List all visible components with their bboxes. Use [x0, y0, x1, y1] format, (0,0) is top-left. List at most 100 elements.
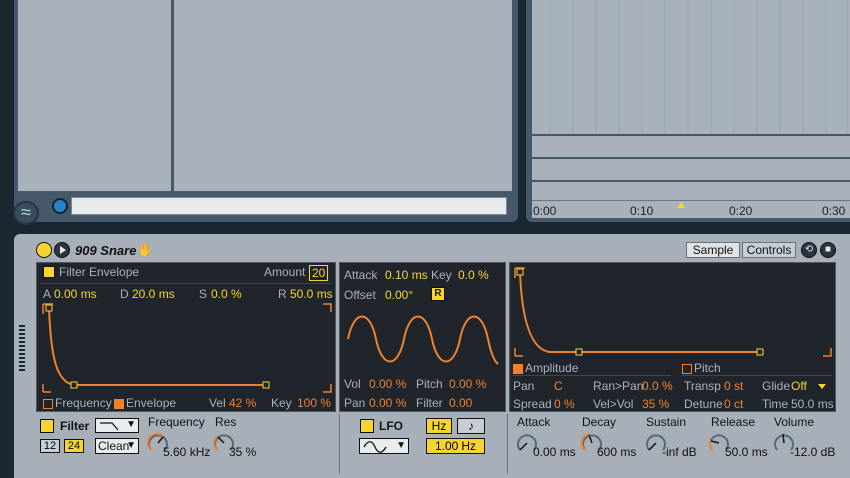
- lfo-vol-value[interactable]: 0.00 %: [369, 377, 406, 391]
- glide-dropdown-icon[interactable]: [818, 384, 826, 389]
- lfo-rate-unit: Hz: [461, 439, 476, 453]
- hook-text-field[interactable]: [71, 197, 507, 215]
- filter-envelope-title: Filter Envelope: [59, 265, 140, 279]
- key-value[interactable]: 100 %: [297, 396, 331, 410]
- save-icon[interactable]: ■: [820, 242, 836, 258]
- lfo-attack-label: Attack: [344, 268, 378, 282]
- pitch-label: Pitch: [694, 361, 721, 375]
- arrangement-area[interactable]: [532, 0, 850, 200]
- lfo-pan-label: Pan: [344, 396, 366, 410]
- lfo-attack-value[interactable]: 0.10 ms: [385, 268, 428, 282]
- refresh-icon[interactable]: ⟲: [801, 242, 817, 258]
- ranpan-value[interactable]: 0.0 %: [642, 379, 673, 393]
- amplitude-toggle[interactable]: [513, 364, 523, 374]
- transp-value[interactable]: 0 st: [724, 379, 743, 393]
- amp-sustain-label: Sustain: [646, 415, 687, 429]
- divider: [40, 283, 332, 284]
- slope-12-button[interactable]: 12: [40, 439, 60, 453]
- slope-24-button[interactable]: 24: [64, 439, 84, 453]
- res-value: 35 %: [229, 445, 257, 459]
- release-value[interactable]: 50.0 ms: [290, 287, 333, 301]
- envelope-mod-label: Envelope: [126, 396, 177, 410]
- lfo-key-value[interactable]: 0.0 %: [458, 268, 489, 282]
- velvol-value[interactable]: 35 %: [642, 397, 669, 411]
- device-on-icon[interactable]: [36, 242, 52, 258]
- lfo-rate-value: 1.00: [435, 439, 459, 453]
- release-label: R: [278, 287, 287, 301]
- divider: [682, 375, 832, 376]
- spread-label: Spread: [513, 397, 552, 411]
- chevron-down-icon: ▼: [126, 440, 136, 451]
- pitch-toggle[interactable]: [682, 364, 692, 374]
- chevron-down-icon: ▼: [396, 440, 406, 451]
- pan-label: Pan: [513, 379, 535, 393]
- lfo-pitch-label: Pitch: [416, 377, 443, 391]
- ruler-label: 0:20: [729, 204, 753, 218]
- time-value[interactable]: 50.0 ms: [791, 397, 834, 411]
- envelope-mod-toggle[interactable]: [114, 399, 124, 409]
- lfo-pitch-value[interactable]: 0.00 %: [449, 377, 486, 391]
- lfo-waveform: [347, 315, 499, 365]
- lfo-filter-value[interactable]: 0.00: [449, 396, 472, 410]
- filter-toggle[interactable]: [40, 419, 54, 433]
- lfo-vol-label: Vol: [344, 377, 361, 391]
- spread-value[interactable]: 0 %: [554, 397, 575, 411]
- ruler-label: 0:10: [630, 204, 654, 218]
- hand-icon: ✋: [137, 242, 154, 257]
- filter-envelope-graph[interactable]: [37, 300, 335, 396]
- frequency-label: Frequency: [148, 415, 205, 429]
- attack-value[interactable]: 0.00 ms: [54, 287, 97, 301]
- lfo-offset-label: Offset: [344, 288, 376, 302]
- glide-label: Glide: [762, 379, 791, 393]
- amp-release-label: Release: [711, 415, 756, 429]
- detune-value[interactable]: 0 ct: [724, 397, 743, 411]
- lfo-hz-button[interactable]: Hz: [426, 418, 452, 434]
- sine-wave-icon: [363, 441, 387, 453]
- amp-volume-label: Volume: [774, 415, 815, 429]
- lfo-sync-button[interactable]: ♪: [457, 418, 485, 434]
- amp-volume-value: -12.0 dB: [790, 445, 836, 459]
- divider: [513, 375, 671, 376]
- amp-attack-value: 0.00 ms: [533, 445, 576, 459]
- lfo-retrigger-button[interactable]: R: [431, 287, 445, 301]
- playhead-marker-icon[interactable]: [677, 202, 685, 208]
- detune-label: Detune: [684, 397, 723, 411]
- play-icon[interactable]: [54, 242, 70, 258]
- device-title: 909 Snare: [75, 243, 137, 258]
- amp-release-value: 50.0 ms: [725, 445, 768, 459]
- amp-decay-label: Decay: [582, 415, 617, 429]
- amplitude-label: Amplitude: [525, 361, 579, 375]
- arrangement-grid: [532, 0, 850, 182]
- filter-envelope-toggle[interactable]: [43, 266, 55, 278]
- frequency-mod-toggle[interactable]: [43, 399, 53, 409]
- lfo-rate-field[interactable]: 1.00 Hz: [426, 438, 485, 454]
- lfo-toggle[interactable]: [360, 419, 374, 433]
- glide-value[interactable]: Off: [791, 379, 807, 393]
- decay-label: D: [120, 287, 129, 301]
- velvol-label: Vel>Vol: [593, 397, 634, 411]
- lfo-waveform-select[interactable]: ▼: [359, 438, 409, 454]
- sustain-value[interactable]: 0.0 %: [211, 287, 242, 301]
- filter-type-select[interactable]: ▼: [95, 418, 139, 433]
- clip-divider[interactable]: [171, 0, 174, 191]
- wave-toggle-icon[interactable]: ≈: [13, 201, 39, 225]
- time-ruler[interactable]: [532, 200, 850, 218]
- amp-envelope-graph[interactable]: [510, 264, 835, 360]
- transp-label: Transp: [684, 379, 721, 393]
- hook-icon[interactable]: [52, 198, 68, 214]
- lfo-pan-value[interactable]: 0.00 %: [369, 396, 406, 410]
- filter-circuit-value: Clean: [98, 439, 130, 453]
- clip-view-area[interactable]: [18, 0, 512, 191]
- lfo-filter-label: Filter: [416, 396, 443, 410]
- tab-sample[interactable]: Sample: [686, 242, 740, 258]
- vel-value[interactable]: 42 %: [229, 396, 256, 410]
- lfo-offset-value[interactable]: 0.00°: [385, 288, 413, 302]
- device-grip-handle[interactable]: [19, 325, 25, 373]
- ruler-label: 0:00: [533, 204, 557, 218]
- amp-sustain-value: -inf dB: [662, 445, 697, 459]
- pan-value[interactable]: C: [554, 379, 563, 393]
- decay-value[interactable]: 20.0 ms: [132, 287, 175, 301]
- tab-controls[interactable]: Controls: [742, 242, 796, 258]
- amount-value[interactable]: 20: [309, 265, 329, 281]
- filter-circuit-select[interactable]: Clean ▼: [95, 438, 139, 454]
